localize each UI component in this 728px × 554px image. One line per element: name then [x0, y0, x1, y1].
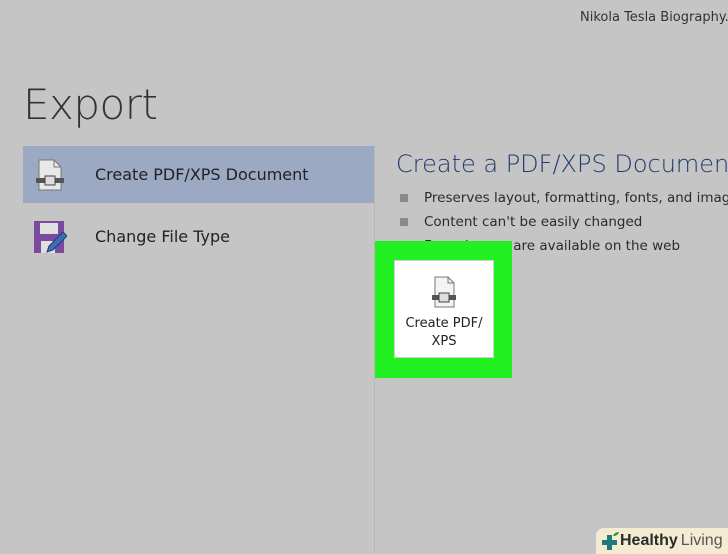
bullet-text: Content can't be easily changed	[424, 214, 643, 230]
bullet-text: Preserves layout, formatting, fonts, and…	[424, 190, 728, 206]
bullet-icon	[400, 218, 408, 226]
watermark-word: Healthy	[620, 532, 678, 549]
plus-leaf-icon	[602, 532, 619, 550]
watermark-word: Living	[680, 532, 723, 549]
pdf-document-icon	[36, 159, 64, 190]
nav-item-label: Change File Type	[95, 227, 230, 246]
list-item: Preserves layout, formatting, fonts, and…	[400, 186, 728, 210]
create-pdf-xps-button[interactable]: Create PDF/ XPS	[394, 260, 494, 358]
nav-item-change-file-type[interactable]: Change File Type	[23, 208, 374, 265]
nav-item-label: Create PDF/XPS Document	[95, 165, 309, 184]
bullet-icon	[400, 194, 408, 202]
pdf-document-icon	[432, 276, 456, 308]
list-item: Content can't be easily changed	[400, 210, 728, 234]
save-edit-icon	[34, 220, 67, 253]
watermark-logo: Healthy Living	[596, 528, 728, 554]
button-label: Create PDF/ XPS	[405, 316, 483, 349]
nav-item-create-pdf[interactable]: Create PDF/XPS Document	[23, 146, 374, 203]
section-title: Create a PDF/XPS Document	[396, 150, 728, 178]
document-title: Nikola Tesla Biography.docx	[580, 10, 728, 25]
page-title: Export	[23, 80, 158, 129]
